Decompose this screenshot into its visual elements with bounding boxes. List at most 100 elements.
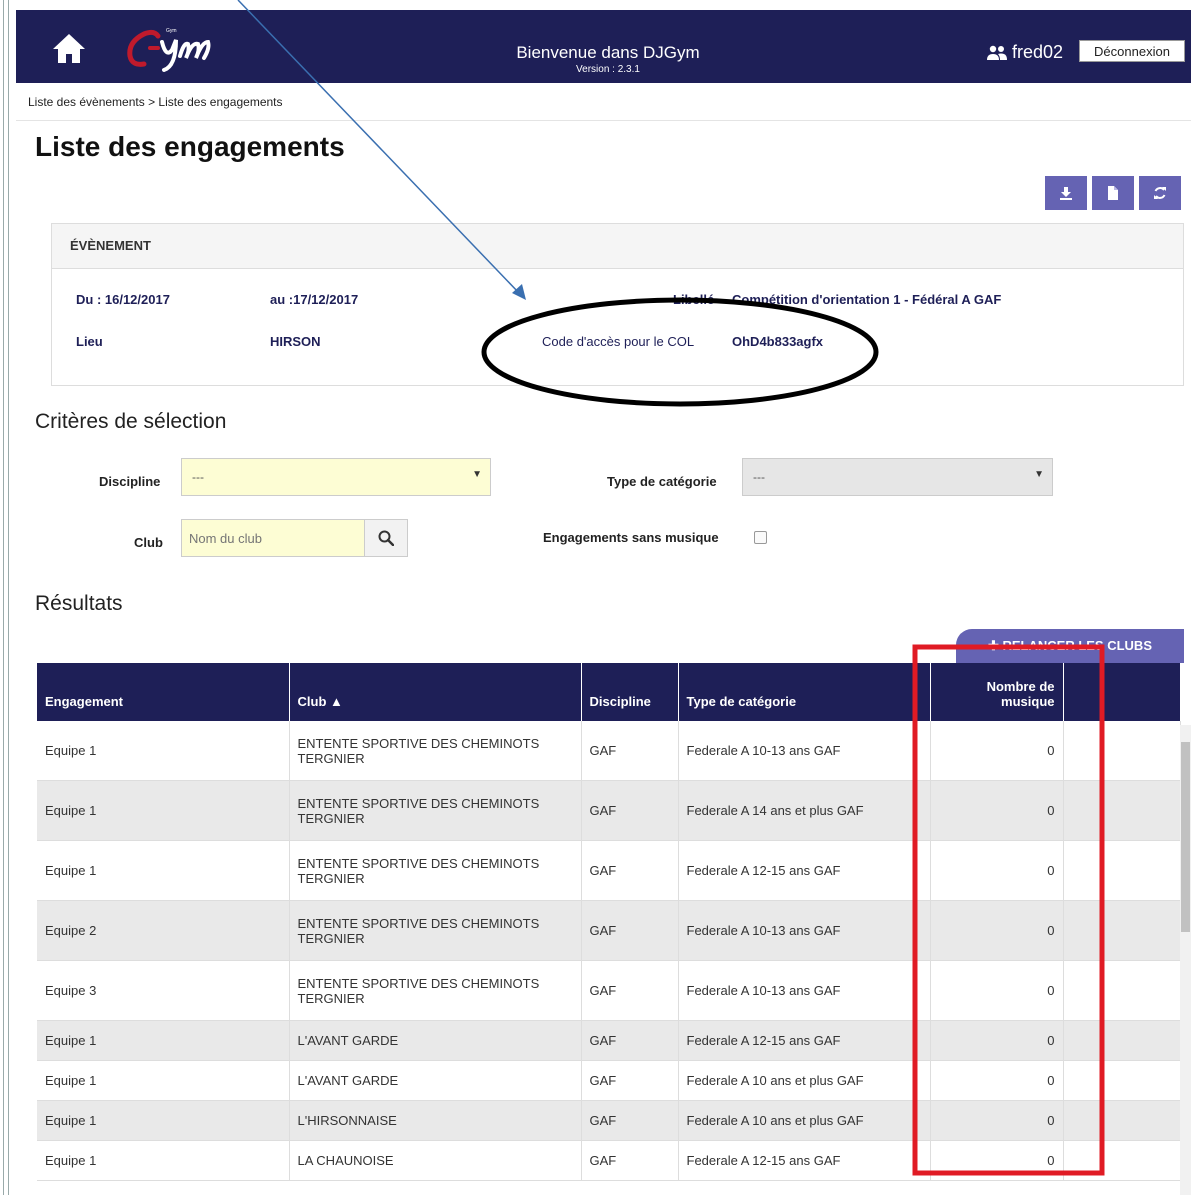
user-name: fred02 bbox=[1012, 42, 1064, 62]
club-search-input[interactable] bbox=[181, 519, 365, 557]
col-actions bbox=[1063, 663, 1181, 721]
col-discipline[interactable]: Discipline bbox=[581, 663, 679, 721]
category-type-label: Type de catégorie bbox=[607, 474, 717, 489]
table-row[interactable]: Equipe 2 ENTENTE SPORTIVE DES CHEMINOTS … bbox=[37, 900, 1181, 961]
col-engagement[interactable]: Engagement bbox=[37, 663, 290, 721]
cell-club: L'HIRSONNAISE bbox=[289, 1100, 582, 1141]
table-header-row: Engagement Club ▲ Discipline Type de cat… bbox=[37, 663, 1181, 721]
cell-actions bbox=[1063, 721, 1181, 781]
user-menu[interactable]: fred02 bbox=[986, 42, 1063, 63]
discipline-selected-value: --- bbox=[192, 470, 204, 484]
event-end-date: au :17/12/2017 bbox=[270, 292, 359, 307]
refresh-icon bbox=[1154, 187, 1166, 199]
cell-club: ENTENTE SPORTIVE DES CHEMINOTS TERGNIER bbox=[289, 900, 582, 961]
cell-club: L'AVANT GARDE bbox=[289, 1060, 582, 1101]
cell-discipline: GAF bbox=[581, 1060, 679, 1101]
event-libelle-value: Compétition d'orientation 1 - Fédéral A … bbox=[732, 292, 1002, 307]
left-window-edge bbox=[0, 0, 9, 1195]
refresh-button[interactable] bbox=[1139, 176, 1181, 210]
cell-music-count: 0 bbox=[930, 900, 1064, 961]
cell-actions bbox=[1063, 1020, 1181, 1061]
cell-actions bbox=[1063, 1100, 1181, 1141]
category-type-select[interactable]: --- ▼ bbox=[742, 458, 1053, 496]
table-row[interactable]: Equipe 1 ENTENTE SPORTIVE DES CHEMINOTS … bbox=[37, 721, 1181, 781]
download-icon bbox=[1060, 187, 1072, 200]
event-panel: ÉVÈNEMENT bbox=[51, 223, 1184, 386]
discipline-label: Discipline bbox=[99, 474, 161, 489]
cell-engagement: Equipe 1 bbox=[37, 780, 290, 841]
relancer-clubs-button[interactable]: ✚ RELANCER LES CLUBS bbox=[956, 629, 1184, 663]
club-label: Club bbox=[134, 535, 163, 550]
access-code-label: Code d'accès pour le COL bbox=[542, 334, 695, 349]
cell-actions bbox=[1063, 1140, 1181, 1181]
table-row[interactable]: Equipe 1 ENTENTE SPORTIVE DES CHEMINOTS … bbox=[37, 840, 1181, 901]
cell-actions bbox=[1063, 1060, 1181, 1101]
export-file-button[interactable] bbox=[1092, 176, 1134, 210]
cell-discipline: GAF bbox=[581, 900, 679, 961]
col-category-type[interactable]: Type de catégorie bbox=[678, 663, 931, 721]
cell-category-type: Federale A 10-13 ans GAF bbox=[678, 900, 931, 961]
cell-engagement: Equipe 1 bbox=[37, 1020, 290, 1061]
top-header: Gym Bienvenue dans DJGym Version : 2.3.1… bbox=[16, 10, 1191, 83]
table-row[interactable]: Equipe 1 L'AVANT GARDE GAF Federale A 12… bbox=[37, 1020, 1181, 1061]
cell-engagement: Equipe 3 bbox=[37, 960, 290, 1021]
table-row[interactable]: Equipe 1 L'HIRSONNAISE GAF Federale A 10… bbox=[37, 1100, 1181, 1141]
cell-music-count: 0 bbox=[930, 721, 1064, 781]
cell-discipline: GAF bbox=[581, 1020, 679, 1061]
breadcrumb[interactable]: Liste des évènements > Liste des engagem… bbox=[28, 95, 283, 109]
cell-club: L'AVANT GARDE bbox=[289, 1020, 582, 1061]
table-row[interactable]: Equipe 1 LA CHAUNOISE GAF Federale A 12-… bbox=[37, 1140, 1181, 1181]
club-search-button[interactable] bbox=[364, 519, 408, 557]
cell-actions bbox=[1063, 840, 1181, 901]
cell-actions bbox=[1063, 900, 1181, 961]
logo-small-text: Gym bbox=[166, 28, 177, 34]
cell-engagement: Equipe 2 bbox=[37, 900, 290, 961]
category-type-selected-value: --- bbox=[753, 470, 765, 484]
cell-club: ENTENTE SPORTIVE DES CHEMINOTS TERGNIER bbox=[289, 840, 582, 901]
cell-music-count: 0 bbox=[930, 780, 1064, 841]
cell-category-type: Federale A 12-15 ans GAF bbox=[678, 840, 931, 901]
app-version: Version : 2.3.1 bbox=[576, 64, 640, 75]
table-row[interactable]: Equipe 3 ENTENTE SPORTIVE DES CHEMINOTS … bbox=[37, 960, 1181, 1021]
cell-engagement: Equipe 1 bbox=[37, 1100, 290, 1141]
search-icon bbox=[378, 530, 394, 546]
page-title: Liste des engagements bbox=[35, 131, 345, 162]
no-music-checkbox[interactable] bbox=[754, 531, 767, 544]
col-club[interactable]: Club ▲ bbox=[289, 663, 582, 721]
cell-music-count: 0 bbox=[930, 1060, 1064, 1101]
table-row[interactable]: Equipe 1 L'AVANT GARDE GAF Federale A 10… bbox=[37, 1060, 1181, 1101]
cell-engagement: Equipe 1 bbox=[37, 840, 290, 901]
cell-engagement: Equipe 1 bbox=[37, 721, 290, 781]
event-panel-heading: ÉVÈNEMENT bbox=[52, 224, 1183, 269]
cell-category-type: Federale A 10-13 ans GAF bbox=[678, 960, 931, 1021]
cell-discipline: GAF bbox=[581, 960, 679, 1021]
cell-club: LA CHAUNOISE bbox=[289, 1140, 582, 1181]
event-libelle-label: Libellé bbox=[673, 292, 715, 307]
dropdown-arrow-icon: ▼ bbox=[1034, 469, 1044, 480]
cell-actions bbox=[1063, 780, 1181, 841]
event-lieu-label: Lieu bbox=[76, 334, 103, 349]
event-start-date: Du : 16/12/2017 bbox=[76, 292, 170, 307]
discipline-select[interactable]: --- ▼ bbox=[181, 458, 491, 496]
cell-category-type: Federale A 14 ans et plus GAF bbox=[678, 780, 931, 841]
table-scrollbar-thumb[interactable] bbox=[1181, 742, 1190, 932]
engagements-table: Engagement Club ▲ Discipline Type de cat… bbox=[37, 663, 1181, 1181]
cell-club: ENTENTE SPORTIVE DES CHEMINOTS TERGNIER bbox=[289, 960, 582, 1021]
logout-button[interactable]: Déconnexion bbox=[1079, 40, 1185, 62]
cell-category-type: Federale A 10 ans et plus GAF bbox=[678, 1100, 931, 1141]
cell-club: ENTENTE SPORTIVE DES CHEMINOTS TERGNIER bbox=[289, 780, 582, 841]
cell-category-type: Federale A 12-15 ans GAF bbox=[678, 1020, 931, 1061]
cell-music-count: 0 bbox=[930, 840, 1064, 901]
cell-music-count: 0 bbox=[930, 1100, 1064, 1141]
cell-actions bbox=[1063, 960, 1181, 1021]
cell-engagement: Equipe 1 bbox=[37, 1140, 290, 1181]
no-music-label: Engagements sans musique bbox=[543, 530, 719, 545]
cell-club: ENTENTE SPORTIVE DES CHEMINOTS TERGNIER bbox=[289, 721, 582, 781]
cell-music-count: 0 bbox=[930, 1140, 1064, 1181]
table-row[interactable]: Equipe 1 ENTENTE SPORTIVE DES CHEMINOTS … bbox=[37, 780, 1181, 841]
cell-engagement: Equipe 1 bbox=[37, 1060, 290, 1101]
col-music-count[interactable]: Nombre de musique bbox=[930, 663, 1064, 721]
download-button[interactable] bbox=[1045, 176, 1087, 210]
cell-discipline: GAF bbox=[581, 1100, 679, 1141]
cell-music-count: 0 bbox=[930, 1020, 1064, 1061]
